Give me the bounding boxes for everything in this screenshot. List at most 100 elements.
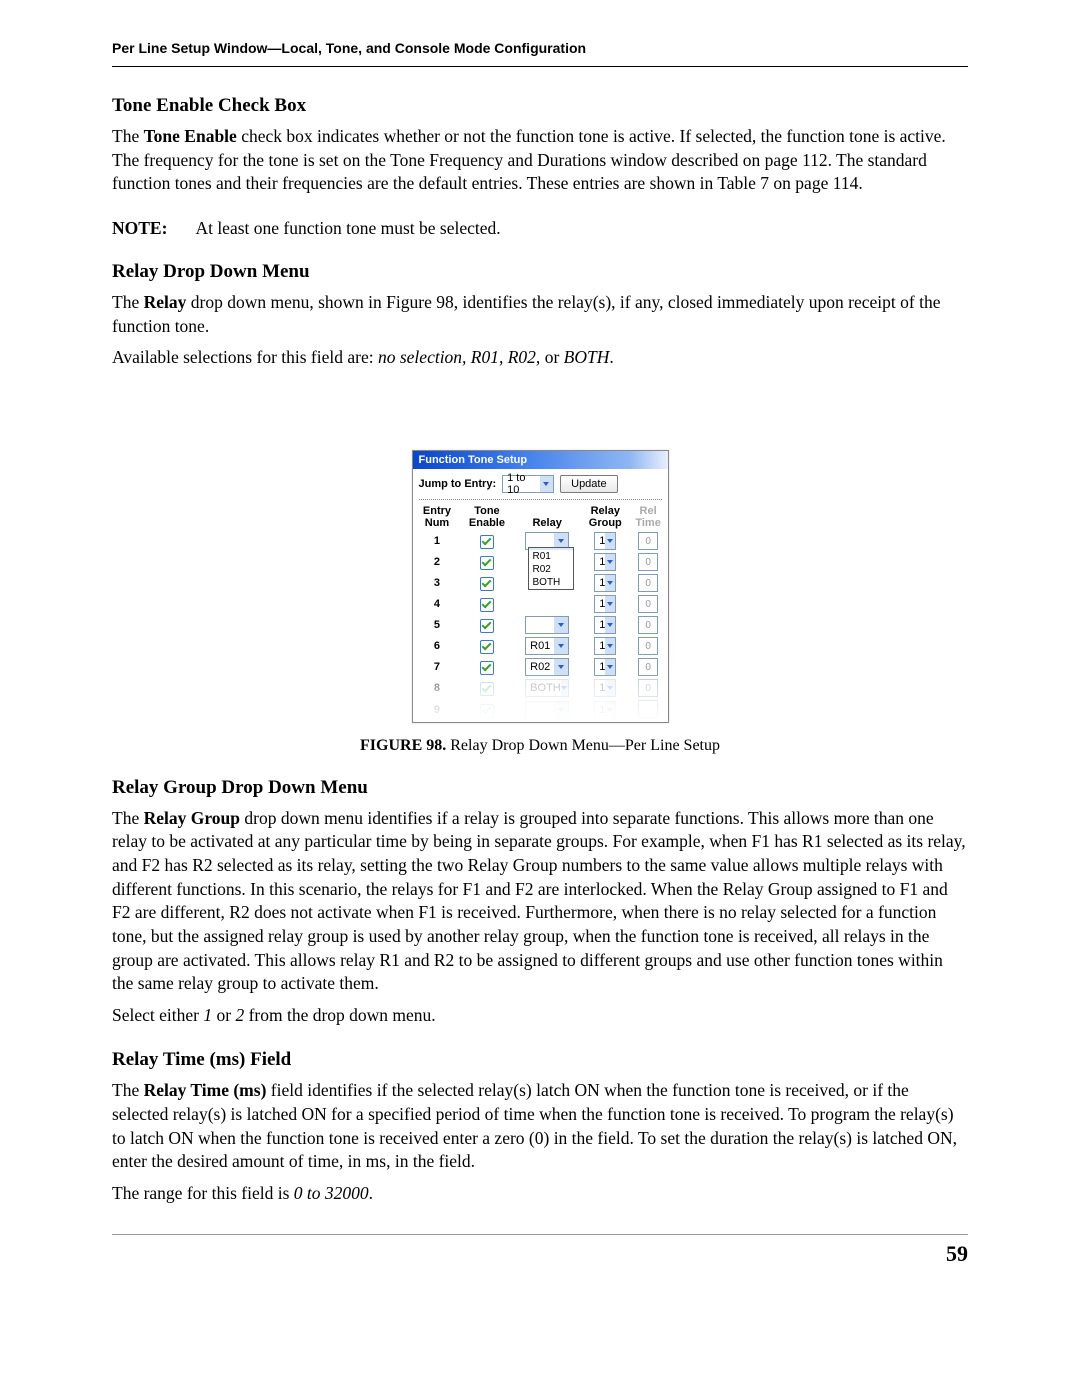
text-bold: Tone Enable (144, 126, 237, 146)
relay-cell (512, 699, 581, 722)
relay-select[interactable]: BOTH (525, 679, 569, 697)
tone-enable-checkbox[interactable] (480, 640, 494, 654)
tone-enable-checkbox[interactable] (480, 598, 494, 612)
relay-cell: BOTH (512, 678, 581, 699)
para-relay-1: The Relay drop down menu, shown in Figur… (112, 291, 968, 338)
relay-group-select[interactable]: 1 (594, 637, 616, 655)
chevron-down-icon (605, 575, 615, 591)
text-italic: BOTH (564, 347, 610, 367)
relay-cell: R02 (512, 657, 581, 678)
text: The (112, 126, 144, 146)
relay-dropdown-open[interactable]: R01 R02 BOTH (528, 547, 574, 590)
relay-group-select[interactable]: 1 (594, 679, 616, 697)
tone-enable-checkbox[interactable] (480, 661, 494, 675)
tone-enable-checkbox[interactable] (480, 704, 494, 718)
relay-select[interactable] (525, 701, 569, 719)
relay-group-cell: 1 (582, 594, 629, 615)
para-relay-2: Available selections for this field are:… (112, 346, 968, 370)
relay-time-cell: 0 (629, 531, 668, 552)
relay-time-cell (629, 699, 668, 722)
entry-num: 2 (413, 552, 462, 573)
relay-time-input[interactable]: 0 (638, 553, 658, 571)
page-number: 59 (112, 1241, 968, 1267)
tone-enable-checkbox[interactable] (480, 682, 494, 696)
text-italic: 1 (203, 1005, 212, 1025)
update-button[interactable]: Update (560, 475, 617, 493)
text: . (609, 347, 613, 367)
tone-enable-cell (461, 594, 512, 615)
function-tone-table: Entry Num Tone Enable Relay Relay (413, 503, 668, 722)
col-relaygroup-a: Relay (586, 505, 625, 517)
tone-enable-cell (461, 615, 512, 636)
relay-group-cell: 1 (582, 678, 629, 699)
relay-value: R02 (530, 661, 550, 673)
tone-enable-cell (461, 531, 512, 552)
relay-time-input[interactable]: 0 (638, 616, 658, 634)
text: drop down menu, shown in Figure 98, iden… (112, 292, 940, 336)
relay-time-cell: 0 (629, 594, 668, 615)
relay-group-select[interactable]: 1 (594, 574, 616, 592)
relay-group-select[interactable]: 1 (594, 616, 616, 634)
relay-time-cell: 0 (629, 552, 668, 573)
chevron-down-icon (540, 476, 554, 492)
entry-num: 3 (413, 573, 462, 594)
text: or (540, 347, 563, 367)
table-row: 91 (413, 699, 668, 722)
text: The (112, 1080, 144, 1100)
relay-select[interactable]: R01 (525, 637, 569, 655)
relay-cell (512, 594, 581, 615)
chevron-down-icon (605, 533, 615, 549)
relay-group-cell: 1 (582, 699, 629, 722)
relay-time-cell: 0 (629, 678, 668, 699)
col-relaygroup-b: Group (586, 517, 625, 529)
entry-num: 1 (413, 531, 462, 552)
tone-enable-checkbox[interactable] (480, 577, 494, 591)
window-title: Function Tone Setup (413, 451, 668, 469)
entry-num: 4 (413, 594, 462, 615)
relay-select[interactable]: R02 (525, 658, 569, 676)
relay-option-r02[interactable]: R02 (529, 563, 573, 576)
relay-time-input[interactable]: 0 (638, 658, 658, 676)
tone-enable-checkbox[interactable] (480, 619, 494, 633)
chevron-down-icon (605, 659, 615, 675)
relay-value: R01 (530, 640, 550, 652)
jump-label: Jump to Entry: (419, 478, 497, 490)
jump-select[interactable]: 1 to 10 (502, 475, 554, 493)
col-tone: Tone (465, 505, 508, 517)
relay-group-select[interactable]: 1 (594, 658, 616, 676)
relay-time-input[interactable]: 0 (638, 637, 658, 655)
text: The (112, 808, 144, 828)
chevron-down-icon (554, 702, 568, 718)
relay-time-input[interactable]: 0 (638, 574, 658, 592)
relay-group-select[interactable]: 1 (594, 532, 616, 550)
text: Select either (112, 1005, 203, 1025)
heading-relay-time: Relay Time (ms) Field (112, 1049, 968, 1071)
relay-group-select[interactable]: 1 (594, 701, 616, 719)
text: or (212, 1005, 235, 1025)
relay-time-input[interactable]: 0 (638, 595, 658, 613)
relay-value: BOTH (530, 682, 561, 694)
relay-group-cell: 1 (582, 573, 629, 594)
chevron-down-icon (605, 596, 615, 612)
relay-time-input[interactable]: 0 (638, 532, 658, 550)
text: check box indicates whether or not the f… (112, 126, 946, 193)
figure-wrap: Function Tone Setup Jump to Entry: 1 to … (112, 450, 968, 755)
figure-caption-text: Relay Drop Down Menu—Per Line Setup (446, 737, 720, 754)
relay-option-r01[interactable]: R01 (529, 550, 573, 563)
para-relaygroup-2: Select either 1 or 2 from the drop down … (112, 1004, 968, 1028)
tone-enable-checkbox[interactable] (480, 535, 494, 549)
relay-group-select[interactable]: 1 (594, 595, 616, 613)
relay-group-select[interactable]: 1 (594, 553, 616, 571)
tone-enable-cell (461, 552, 512, 573)
relay-group-cell: 1 (582, 636, 629, 657)
relay-time-input[interactable]: 0 (638, 679, 658, 697)
tone-enable-cell (461, 636, 512, 657)
text: from the drop down menu. (244, 1005, 436, 1025)
jump-value: 1 to 10 (507, 472, 539, 496)
tone-enable-checkbox[interactable] (480, 556, 494, 570)
relay-option-both[interactable]: BOTH (529, 576, 573, 589)
relay-time-input[interactable] (638, 700, 658, 718)
relay-select[interactable] (525, 616, 569, 634)
para-tone-enable: The Tone Enable check box indicates whet… (112, 125, 968, 196)
para-relaytime-1: The Relay Time (ms) field identifies if … (112, 1079, 968, 1174)
